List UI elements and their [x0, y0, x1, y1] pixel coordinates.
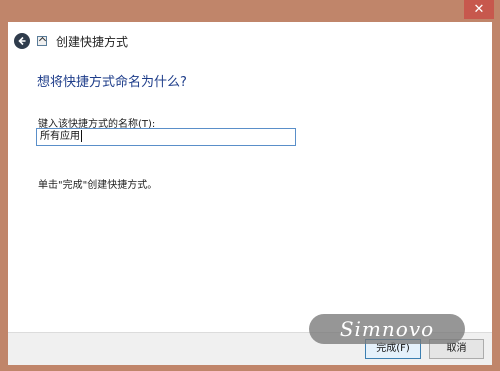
- shortcut-name-input[interactable]: 所有应用: [36, 128, 296, 146]
- window-title: 创建快捷方式: [56, 34, 129, 49]
- close-button[interactable]: ✕: [464, 0, 494, 19]
- page-heading: 想将快捷方式命名为什么?: [37, 75, 187, 90]
- shortcut-name-value: 所有应用: [40, 131, 80, 142]
- content-panel: 想将快捷方式命名为什么? 键入该快捷方式的名称(T): 所有应用 单击"完成"创…: [8, 60, 492, 332]
- shortcut-icon: [37, 36, 47, 46]
- title-bar: 创建快捷方式: [8, 22, 492, 60]
- text-caret: [81, 130, 82, 142]
- instruction-text: 单击"完成"创建快捷方式。: [38, 180, 158, 191]
- watermark-logo: Simnovo: [309, 314, 465, 344]
- back-arrow-icon[interactable]: [14, 33, 30, 49]
